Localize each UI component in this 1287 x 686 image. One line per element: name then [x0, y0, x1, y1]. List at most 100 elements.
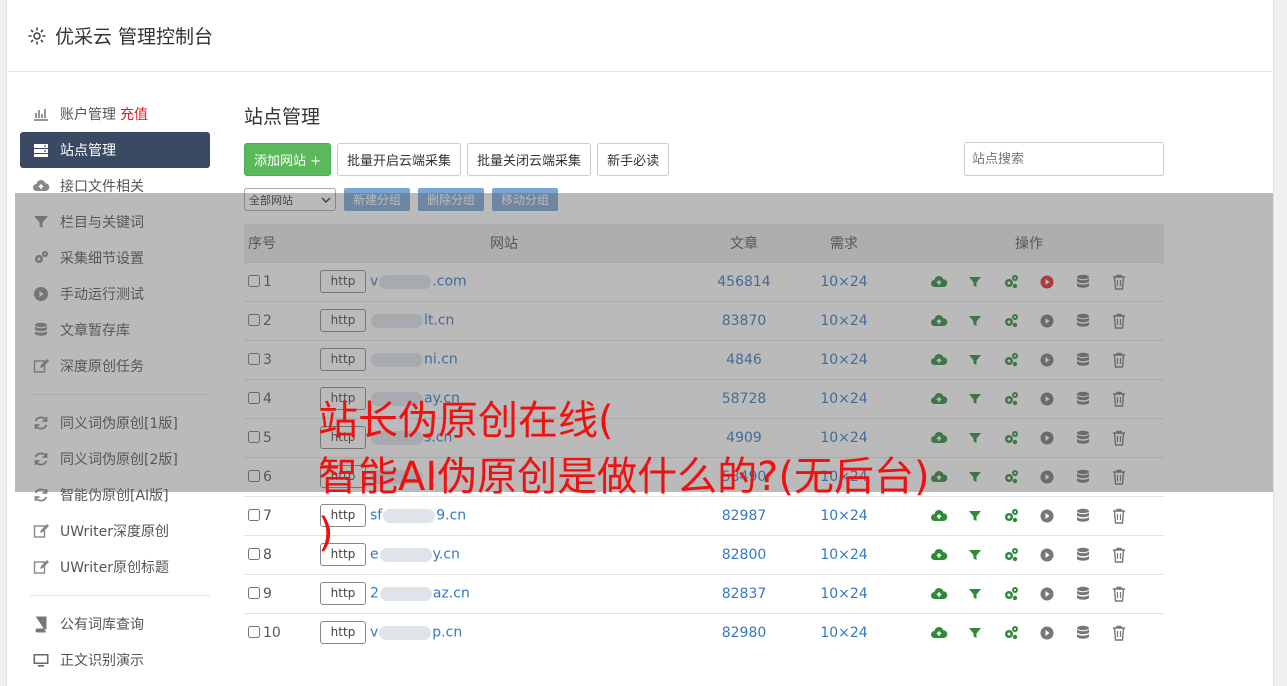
new-group-button[interactable]: 新建分组 — [344, 188, 411, 211]
cloud-upload-icon[interactable] — [930, 351, 948, 369]
cogs-icon[interactable] — [1002, 351, 1020, 369]
demand-link[interactable]: 10×24 — [820, 586, 867, 602]
sidebar-item[interactable]: 文章暂存库 — [20, 312, 210, 348]
delete-group-button[interactable]: 删除分组 — [418, 188, 485, 211]
sidebar-item[interactable]: 账户管理 充值 — [20, 96, 210, 132]
recharge-link[interactable]: 充值 — [120, 104, 148, 124]
trash-icon[interactable] — [1110, 624, 1128, 642]
row-checkbox[interactable] — [248, 391, 260, 404]
cogs-icon[interactable] — [1002, 624, 1020, 642]
article-count-link[interactable]: 4909 — [726, 430, 762, 446]
database-icon[interactable] — [1074, 546, 1092, 564]
trash-icon[interactable] — [1110, 273, 1128, 291]
sidebar-item[interactable]: 采集细节设置 — [20, 240, 210, 276]
article-count-link[interactable]: 82800 — [722, 547, 767, 563]
cogs-icon[interactable] — [1002, 429, 1020, 447]
site-domain-prefix[interactable]: 2 — [370, 586, 379, 602]
cloud-upload-icon[interactable] — [930, 546, 948, 564]
site-domain-prefix[interactable]: v — [370, 625, 378, 641]
cloud-upload-icon[interactable] — [930, 429, 948, 447]
site-domain-suffix[interactable]: ay.cn — [424, 391, 460, 407]
filter-icon[interactable] — [966, 624, 984, 642]
trash-icon[interactable] — [1110, 585, 1128, 603]
database-icon[interactable] — [1074, 507, 1092, 525]
cogs-icon[interactable] — [1002, 507, 1020, 525]
article-count-link[interactable]: 58728 — [722, 391, 767, 407]
sidebar-item[interactable]: 同义词伪原创[2版] — [20, 441, 210, 477]
demand-link[interactable]: 10×24 — [820, 391, 867, 407]
filter-icon[interactable] — [966, 468, 984, 486]
site-domain-suffix[interactable]: lt.cn — [424, 313, 454, 329]
play-circle-icon[interactable] — [1038, 585, 1056, 603]
batch-disable-cloud-button[interactable]: 批量关闭云端采集 — [467, 142, 592, 176]
database-icon[interactable] — [1074, 429, 1092, 447]
filter-icon[interactable] — [966, 351, 984, 369]
row-checkbox[interactable] — [248, 469, 260, 482]
demand-link[interactable]: 10×24 — [820, 508, 867, 524]
cogs-icon[interactable] — [1002, 546, 1020, 564]
cloud-upload-icon[interactable] — [930, 390, 948, 408]
sidebar-item[interactable]: 站点管理 — [20, 132, 210, 168]
trash-icon[interactable] — [1110, 546, 1128, 564]
site-domain-prefix[interactable]: v — [370, 274, 378, 290]
play-circle-icon[interactable] — [1038, 273, 1056, 291]
cloud-upload-icon[interactable] — [930, 468, 948, 486]
database-icon[interactable] — [1074, 468, 1092, 486]
site-domain-suffix[interactable]: s.cn — [424, 430, 452, 446]
site-domain-suffix[interactable]: ni.cn — [424, 352, 458, 368]
demand-link[interactable]: 10×24 — [820, 430, 867, 446]
row-checkbox[interactable] — [248, 352, 260, 365]
site-domain-prefix[interactable]: e — [370, 547, 379, 563]
batch-enable-cloud-button[interactable]: 批量开启云端采集 — [337, 142, 462, 176]
move-group-button[interactable]: 移动分组 — [492, 188, 559, 211]
sidebar-item[interactable]: UWriter原创标题 — [20, 549, 210, 585]
row-checkbox[interactable] — [248, 625, 260, 638]
cloud-upload-icon[interactable] — [930, 273, 948, 291]
sidebar-item[interactable]: 接口文件相关 — [20, 168, 210, 204]
site-domain-suffix[interactable]: p.cn — [432, 625, 462, 641]
row-checkbox[interactable] — [248, 313, 260, 326]
add-site-button[interactable]: 添加网站 + — [244, 142, 332, 176]
cloud-upload-icon[interactable] — [930, 585, 948, 603]
beginner-guide-button[interactable]: 新手必读 — [597, 142, 670, 176]
article-count-link[interactable]: 82987 — [722, 508, 767, 524]
site-domain-suffix[interactable]: az.cn — [433, 586, 470, 602]
trash-icon[interactable] — [1110, 351, 1128, 369]
cloud-upload-icon[interactable] — [930, 312, 948, 330]
row-checkbox[interactable] — [248, 547, 260, 560]
trash-icon[interactable] — [1110, 390, 1128, 408]
sidebar-item[interactable]: 正文识别演示 — [20, 642, 210, 678]
sidebar-item[interactable]: 深度原创任务 — [20, 348, 210, 384]
filter-icon[interactable] — [966, 273, 984, 291]
row-checkbox[interactable] — [248, 274, 260, 287]
demand-link[interactable]: 10×24 — [820, 547, 867, 563]
play-circle-icon[interactable] — [1038, 390, 1056, 408]
filter-icon[interactable] — [966, 390, 984, 408]
play-circle-icon[interactable] — [1038, 351, 1056, 369]
cogs-icon[interactable] — [1002, 390, 1020, 408]
sidebar-item[interactable]: 智能伪原创[AI版] — [20, 477, 210, 513]
sidebar-item[interactable]: 同义词伪原创[1版] — [20, 405, 210, 441]
article-count-link[interactable]: 83870 — [722, 313, 767, 329]
trash-icon[interactable] — [1110, 468, 1128, 486]
row-checkbox[interactable] — [248, 586, 260, 599]
database-icon[interactable] — [1074, 390, 1092, 408]
filter-icon[interactable] — [966, 312, 984, 330]
cloud-upload-icon[interactable] — [930, 507, 948, 525]
row-checkbox[interactable] — [248, 430, 260, 443]
database-icon[interactable] — [1074, 351, 1092, 369]
site-domain-suffix[interactable]: .com — [432, 274, 466, 290]
site-domain-prefix[interactable]: sf — [370, 508, 382, 524]
play-circle-icon[interactable] — [1038, 429, 1056, 447]
site-search-input[interactable] — [964, 142, 1164, 176]
filter-icon[interactable] — [966, 546, 984, 564]
trash-icon[interactable] — [1110, 429, 1128, 447]
sidebar-item[interactable]: 手动运行测试 — [20, 276, 210, 312]
cloud-upload-icon[interactable] — [930, 624, 948, 642]
article-count-link[interactable]: 82980 — [722, 625, 767, 641]
article-count-link[interactable]: 82837 — [722, 586, 767, 602]
database-icon[interactable] — [1074, 273, 1092, 291]
database-icon[interactable] — [1074, 312, 1092, 330]
trash-icon[interactable] — [1110, 507, 1128, 525]
sidebar-item[interactable]: 公有词库查询 — [20, 606, 210, 642]
